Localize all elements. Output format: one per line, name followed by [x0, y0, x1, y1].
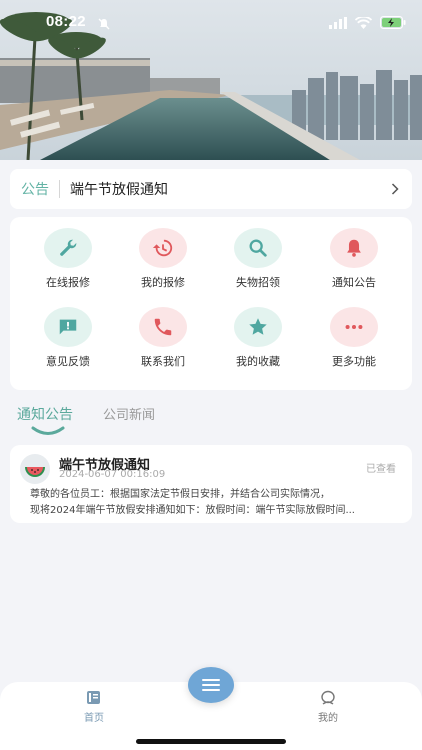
nav-me-label: 我的 — [318, 713, 338, 724]
grid-item-label: 在线报修 — [46, 276, 90, 289]
tab-notices[interactable]: 通知公告 — [17, 404, 73, 424]
grid-item-notices[interactable]: 通知公告 — [304, 220, 404, 290]
grid-item-label: 意见反馈 — [46, 355, 90, 368]
nav-home[interactable]: 首页 — [64, 690, 124, 724]
grid-item-more[interactable]: 更多功能 — [304, 299, 404, 369]
signal-icon — [329, 14, 347, 33]
mute-bell-icon — [98, 15, 110, 34]
grid-item-lost-found[interactable]: 失物招领 — [208, 220, 308, 290]
news-date: 2024-06-07 00:16:09 — [59, 469, 166, 480]
nav-me[interactable]: 我的 — [298, 690, 358, 724]
star-icon — [234, 307, 282, 347]
grid-item-my-repairs[interactable]: 我的报修 — [113, 220, 213, 290]
grid-item-contact-us[interactable]: 联系我们 — [113, 299, 213, 369]
grid-item-label: 通知公告 — [332, 276, 376, 289]
divider — [59, 180, 60, 198]
announcement-bar[interactable]: 公告 端午节放假通知 — [10, 169, 412, 209]
grid-item-label: 更多功能 — [332, 355, 376, 368]
announcement-tag: 公告 — [21, 182, 49, 198]
phone-icon — [139, 307, 187, 347]
bell-icon — [330, 228, 378, 268]
announcement-text: 端午节放假通知 — [70, 182, 168, 198]
more-icon — [330, 307, 378, 347]
history-icon — [139, 228, 187, 268]
grid-item-label: 联系我们 — [141, 355, 185, 368]
nav-home-label: 首页 — [84, 713, 104, 724]
battery-charging-icon — [380, 14, 406, 33]
grid-item-feedback[interactable]: 意见反馈 — [18, 299, 118, 369]
wrench-icon — [44, 228, 92, 268]
news-card[interactable]: 端午节放假通知 2024-06-07 00:16:09 已查看 尊敬的各位员工：… — [10, 445, 412, 523]
home-book-icon — [64, 690, 124, 709]
grid-item-label: 我的报修 — [141, 276, 185, 289]
tab-company-news[interactable]: 公司新闻 — [103, 404, 155, 423]
news-summary: 尊敬的各位员工：根据国家法定节假日安排，并结合公司实际情况， 现将2024年端午… — [30, 487, 400, 519]
feedback-icon — [44, 307, 92, 347]
function-grid: 在线报修 我的报修 失物招领 通知公告 意见反馈 联系我们 我的收藏 更多功能 — [10, 217, 412, 390]
search-icon — [234, 228, 282, 268]
wifi-icon — [354, 14, 373, 33]
active-tab-indicator — [30, 422, 66, 441]
chevron-right-icon — [391, 180, 399, 199]
grid-item-label: 失物招领 — [236, 276, 280, 289]
status-time: 08:22 — [46, 13, 86, 30]
news-summary-line: 尊敬的各位员工：根据国家法定节假日安排，并结合公司实际情况， — [30, 489, 330, 500]
news-read-status: 已查看 — [366, 464, 396, 475]
menu-icon — [202, 676, 220, 695]
grid-item-online-repair[interactable]: 在线报修 — [18, 220, 118, 290]
grid-item-favorites[interactable]: 我的收藏 — [208, 299, 308, 369]
grid-item-label: 我的收藏 — [236, 355, 280, 368]
menu-fab-button[interactable] — [188, 667, 234, 703]
status-bar: 08:22 — [0, 0, 422, 44]
watermelon-thumbnail-icon — [20, 454, 50, 484]
home-indicator — [136, 739, 286, 744]
user-icon — [298, 690, 358, 709]
news-summary-line: 现将2024年端午节放假安排通知如下：放假时间：端午节实际放假时间... — [30, 505, 355, 516]
